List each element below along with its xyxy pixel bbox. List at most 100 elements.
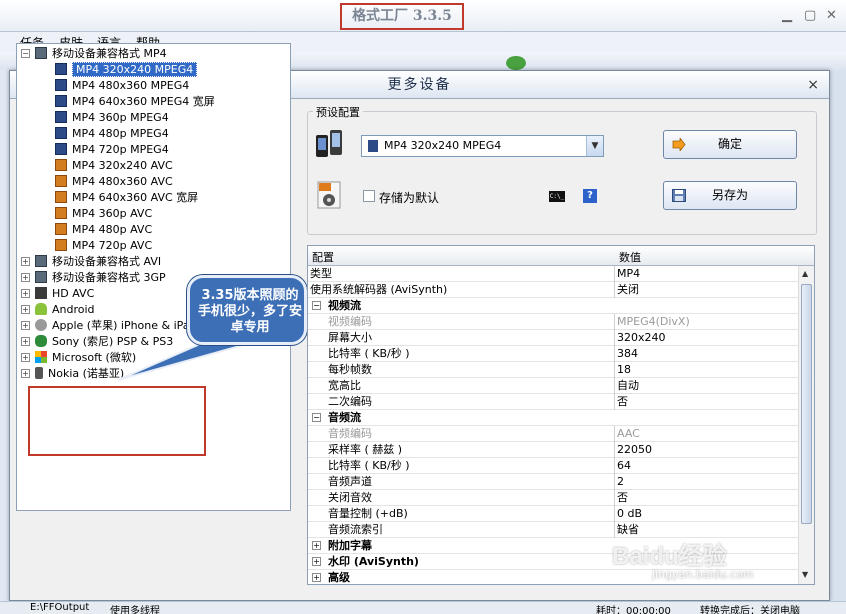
tree-item-format[interactable]: MP4 320x240 MPEG4 xyxy=(55,62,198,78)
tree-item-format[interactable]: MP4 720p AVC xyxy=(55,238,152,254)
tree-node-group[interactable]: + HD AVC xyxy=(21,286,94,302)
property-row[interactable]: 类型 MP4 xyxy=(308,266,800,282)
expand-icon[interactable]: + xyxy=(21,289,30,298)
tree-node-group[interactable]: + 移动设备兼容格式 AVI xyxy=(21,254,161,270)
tree-item-format[interactable]: MP4 480p AVC xyxy=(55,222,152,238)
property-row[interactable]: 视频编码 MPEG4(DivX) xyxy=(308,314,800,330)
tree-node-group[interactable]: + Microsoft (微软) xyxy=(21,350,136,366)
property-value[interactable]: MP4 xyxy=(617,266,640,281)
expand-icon[interactable]: + xyxy=(312,541,321,550)
tree-label: 移动设备兼容格式 3GP xyxy=(52,271,166,284)
save-as-button[interactable]: 另存为 xyxy=(663,181,797,210)
ms-icon xyxy=(35,351,47,363)
avc-film-icon xyxy=(55,207,67,219)
tree-item-format[interactable]: MP4 480x360 MPEG4 xyxy=(55,78,189,94)
android-icon xyxy=(35,303,47,315)
globe-icon[interactable] xyxy=(506,56,526,70)
property-value[interactable]: 缺省 xyxy=(617,522,639,537)
property-row[interactable]: 每秒帧数 18 xyxy=(308,362,800,378)
property-row[interactable]: 音量控制 (+dB) 0 dB xyxy=(308,506,800,522)
expand-icon[interactable]: + xyxy=(21,337,30,346)
property-category[interactable]: − 视频流 xyxy=(308,298,800,314)
property-value[interactable]: 22050 xyxy=(617,442,652,457)
expand-icon[interactable]: + xyxy=(21,321,30,330)
expand-icon[interactable]: + xyxy=(21,257,30,266)
close-icon[interactable]: ✕ xyxy=(826,8,837,23)
property-value[interactable]: 否 xyxy=(617,490,628,505)
property-value[interactable]: 自动 xyxy=(617,378,639,393)
tree-label: Nokia (诺基亚) xyxy=(48,367,125,380)
command-line-icon[interactable]: C:\_ xyxy=(549,191,565,202)
dialog-close-icon[interactable]: × xyxy=(807,71,821,99)
property-category[interactable]: − 音频流 xyxy=(308,410,800,426)
property-value[interactable]: 否 xyxy=(617,394,628,409)
vertical-scrollbar[interactable]: ▲ ▼ xyxy=(798,266,814,584)
annotation-callout: 3.35版本照顾的手机很少，多了安卓专用 xyxy=(187,275,307,345)
property-value[interactable]: 384 xyxy=(617,346,638,361)
tree-node-group[interactable]: + 移动设备兼容格式 3GP xyxy=(21,270,166,286)
tree-item-format[interactable]: MP4 640x360 AVC 宽屏 xyxy=(55,190,198,206)
property-value[interactable]: 320x240 xyxy=(617,330,666,345)
save-default-checkbox[interactable] xyxy=(363,190,375,202)
property-value[interactable]: AAC xyxy=(617,426,640,441)
preset-combo[interactable]: MP4 320x240 MPEG4 ▼ xyxy=(361,135,604,157)
property-value[interactable]: 关闭 xyxy=(617,282,639,297)
expand-icon[interactable]: − xyxy=(312,413,321,422)
help-icon[interactable]: ? xyxy=(583,189,597,203)
expand-icon[interactable]: − xyxy=(312,301,321,310)
property-row[interactable]: 比特率 ( KB/秒 ) 384 xyxy=(308,346,800,362)
tree-item-format[interactable]: MP4 360p AVC xyxy=(55,206,152,222)
tree-node-group[interactable]: + Apple (苹果) iPhone & iPad xyxy=(21,318,197,334)
property-row[interactable]: 宽高比 自动 xyxy=(308,378,800,394)
column-divider xyxy=(614,346,615,362)
property-value[interactable]: MPEG4(DivX) xyxy=(617,314,690,329)
property-value[interactable]: 64 xyxy=(617,458,631,473)
expand-icon[interactable]: + xyxy=(21,273,30,282)
property-value[interactable]: 0 dB xyxy=(617,506,642,521)
tree-node-mp4[interactable]: − 移动设备兼容格式 MP4 xyxy=(21,46,167,62)
property-key: 水印 (AviSynth) xyxy=(328,555,419,568)
minimize-icon[interactable]: ▁ xyxy=(782,8,792,23)
tree-item-format[interactable]: MP4 720p MPEG4 xyxy=(55,142,169,158)
ok-button[interactable]: 确定 xyxy=(663,130,797,159)
tree-node-group[interactable]: + Android xyxy=(21,302,95,318)
tree-label: MP4 480x360 AVC xyxy=(72,175,173,188)
expand-icon[interactable]: + xyxy=(312,573,321,582)
tree-label: MP4 320x240 AVC xyxy=(72,159,173,172)
expand-icon[interactable]: + xyxy=(21,353,30,362)
main-window-edge xyxy=(830,70,846,601)
chevron-down-icon[interactable]: ▼ xyxy=(586,136,603,156)
column-divider xyxy=(614,458,615,474)
property-value[interactable]: 2 xyxy=(617,474,624,489)
expand-icon[interactable]: + xyxy=(312,557,321,566)
property-row[interactable]: 屏幕大小 320x240 xyxy=(308,330,800,346)
property-key: 音频声道 xyxy=(328,475,372,488)
property-row[interactable]: 音频声道 2 xyxy=(308,474,800,490)
tree-item-format[interactable]: MP4 480x360 AVC xyxy=(55,174,173,190)
tree-item-format[interactable]: MP4 640x360 MPEG4 宽屏 xyxy=(55,94,215,110)
scrollbar-thumb[interactable] xyxy=(801,284,812,524)
property-row[interactable]: 二次编码 否 xyxy=(308,394,800,410)
property-row[interactable]: 音频编码 AAC xyxy=(308,426,800,442)
property-row[interactable]: 采样率 ( 赫兹 ) 22050 xyxy=(308,442,800,458)
property-value[interactable]: 18 xyxy=(617,362,631,377)
header-value: 数值 xyxy=(619,251,641,264)
property-row[interactable]: 关闭音效 否 xyxy=(308,490,800,506)
property-grid[interactable]: 配置 数值 类型 MP4 使用系统解码器 (AviSynth) 关闭 − 视频流 视频编码 M… xyxy=(307,245,815,585)
maximize-icon[interactable]: ▢ xyxy=(804,8,816,23)
scroll-up-icon[interactable]: ▲ xyxy=(802,269,808,278)
tree-item-format[interactable]: MP4 480p MPEG4 xyxy=(55,126,169,142)
scroll-down-icon[interactable]: ▼ xyxy=(802,570,808,579)
property-row[interactable]: 使用系统解码器 (AviSynth) 关闭 xyxy=(308,282,800,298)
tree-node-group[interactable]: + Nokia (诺基亚) xyxy=(21,366,124,382)
property-row[interactable]: 比特率 ( KB/秒 ) 64 xyxy=(308,458,800,474)
tree-item-format[interactable]: MP4 360p MPEG4 xyxy=(55,110,169,126)
expand-icon[interactable]: + xyxy=(21,305,30,314)
column-divider xyxy=(614,474,615,490)
expand-icon[interactable]: + xyxy=(21,369,30,378)
collapse-icon[interactable]: − xyxy=(21,49,30,58)
tree-item-format[interactable]: MP4 320x240 AVC xyxy=(55,158,173,174)
tree-label: Microsoft (微软) xyxy=(52,351,137,364)
tree-node-group[interactable]: + Sony (索尼) PSP & PS3 xyxy=(21,334,173,350)
grp-icon xyxy=(35,271,47,283)
